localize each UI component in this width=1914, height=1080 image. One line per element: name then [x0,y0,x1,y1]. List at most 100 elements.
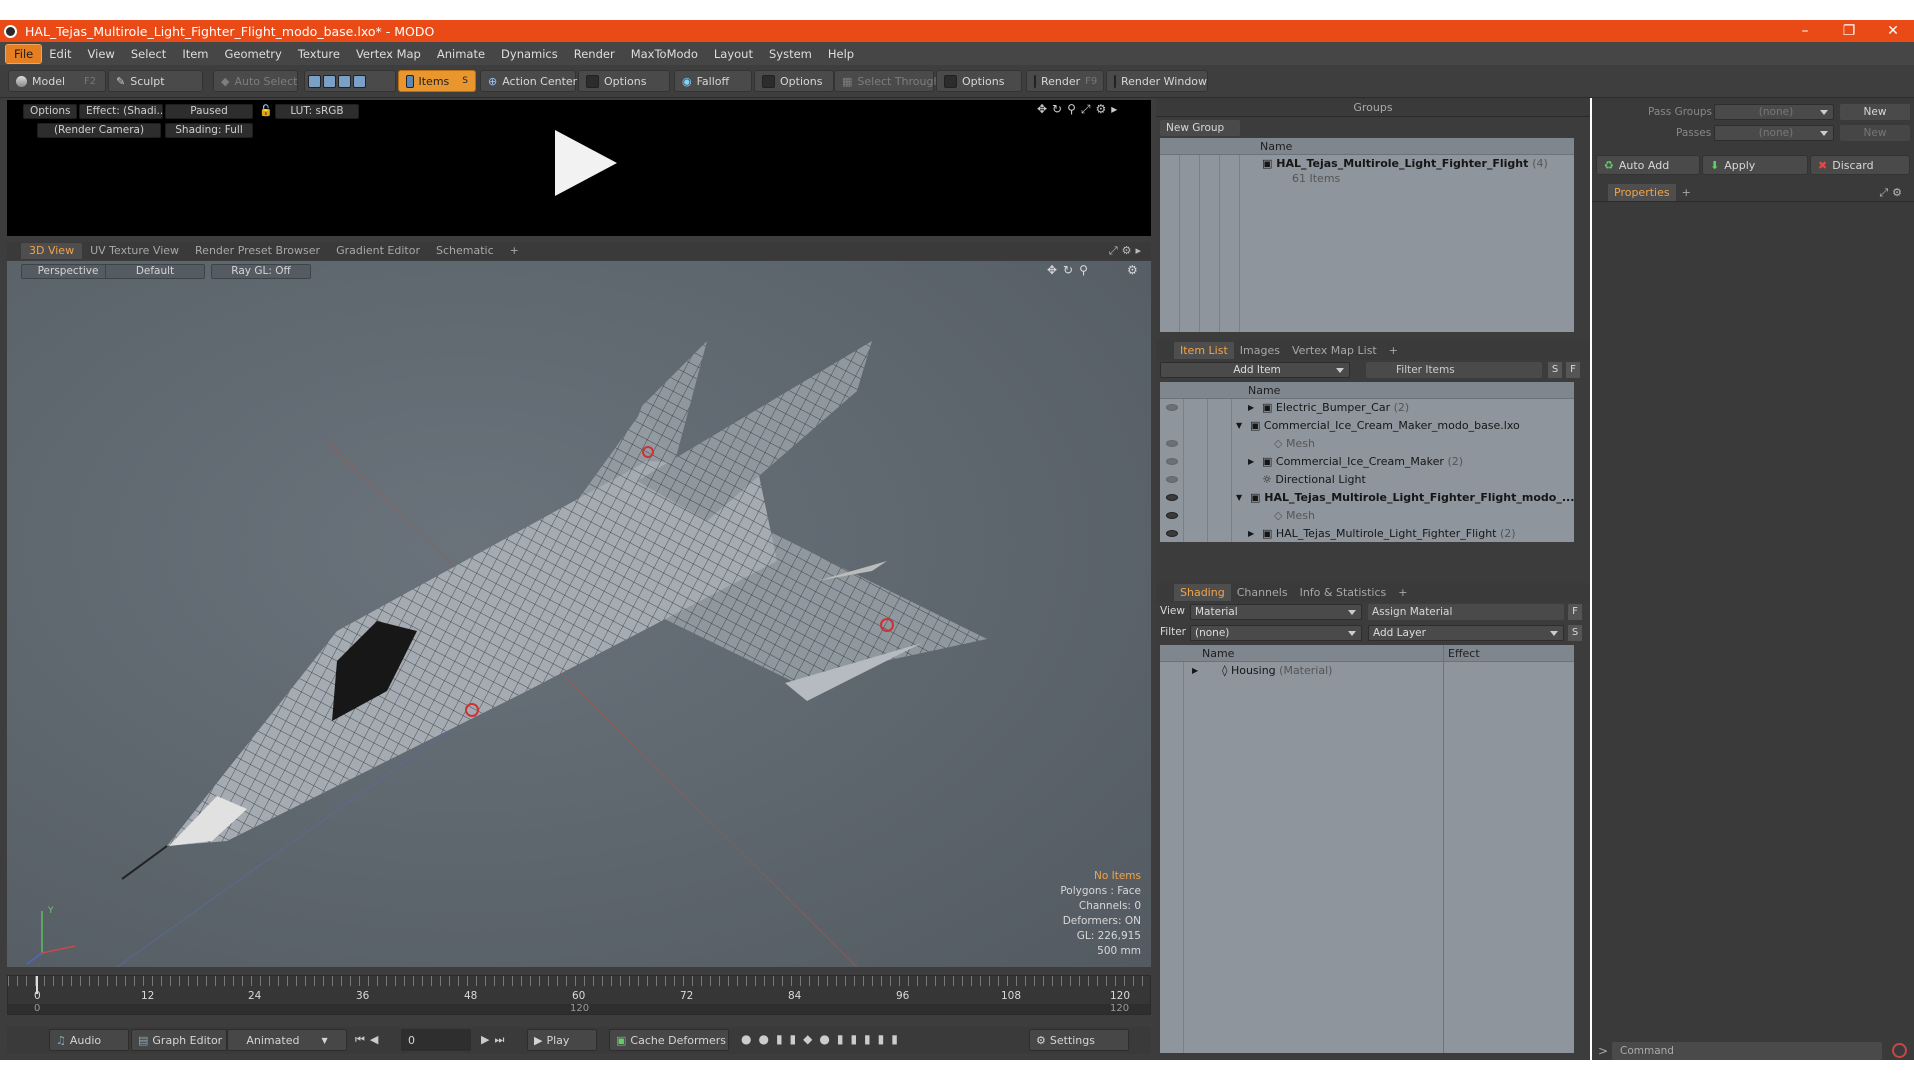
tab-channels[interactable]: Channels [1231,586,1294,599]
cache-deformers-button[interactable]: ▣ Cache Deformers [609,1029,729,1051]
collapse-arrow-icon[interactable]: ▼ [1236,489,1242,507]
tab-properties[interactable]: Properties [1608,184,1676,201]
add-item-dropdown[interactable]: Add Item [1160,362,1350,378]
menu-texture[interactable]: Texture [290,45,348,63]
preview-nav-icons[interactable]: ✥↻⚲⤢⚙▸ [1037,102,1122,117]
visibility-eye-icon[interactable] [1166,404,1178,411]
item-list-f-button[interactable]: F [1566,362,1580,378]
passes-dropdown[interactable]: (none) [1714,125,1834,141]
shading-dropdown[interactable]: Shading: Full [165,123,253,138]
tab-schematic[interactable]: Schematic [428,243,502,259]
timeline[interactable]: 0 12 24 36 48 60 72 84 96 108 120 0 120 … [7,975,1151,1015]
lock-icon[interactable]: 🔓 [259,104,273,117]
shader-row-housing[interactable]: ▶ ◊ Housing (Material) [1160,662,1574,680]
play-preview-icon[interactable] [555,130,617,196]
expand-arrow-icon[interactable]: ▶ [1248,453,1254,471]
audio-button[interactable]: ♫ Audio [49,1029,129,1051]
menu-animate[interactable]: Animate [429,45,493,63]
command-stop-icon[interactable] [1892,1043,1907,1058]
sculpt-mode-button[interactable]: ✎ Sculpt [108,70,203,92]
assign-material-button[interactable]: Assign Material [1368,604,1564,620]
tab-shading[interactable]: Shading [1174,584,1231,601]
materials-mode-icon[interactable] [353,74,366,88]
item-list-scrollbar[interactable] [1576,382,1586,542]
expand-arrow-icon[interactable]: ▶ [1248,399,1254,417]
lut-dropdown[interactable]: LUT: sRGB [275,104,359,119]
tab-3d-view[interactable]: 3D View [21,243,83,259]
menu-maxtomodo[interactable]: MaxToModo [623,45,706,63]
select-through-options-button[interactable]: Options [936,70,1022,92]
items-mode-button[interactable]: Items S [398,70,476,92]
group-row[interactable]: ▣ HAL_Tejas_Multirole_Light_Fighter_Flig… [1160,155,1574,173]
edges-mode-icon[interactable] [323,74,336,88]
falloff-button[interactable]: ◉ Falloff [674,70,752,92]
add-layer-dropdown[interactable]: Add Layer [1368,625,1564,641]
list-item[interactable]: ▶ ▣ Commercial_Ice_Cream_Maker (2) [1160,453,1574,471]
tab-images[interactable]: Images [1234,344,1286,357]
minimize-button[interactable]: – [1782,20,1828,42]
preview-paused-toggle[interactable]: Paused [165,104,253,119]
tab-gradient-editor[interactable]: Gradient Editor [328,243,428,259]
settings-button[interactable]: ⚙ Settings [1029,1029,1129,1051]
expand-arrow-icon[interactable]: ▶ [1192,662,1198,680]
menu-select[interactable]: Select [123,45,174,63]
3d-viewport[interactable]: Perspective Default Ray GL: Off ✥↻⚲ ⚙ Y … [7,261,1151,967]
tab-info-statistics[interactable]: Info & Statistics [1294,586,1393,599]
menu-render[interactable]: Render [566,45,623,63]
pass-groups-dropdown[interactable]: (none) [1714,104,1834,120]
visibility-eye-icon[interactable] [1166,476,1178,483]
model-mode-button[interactable]: Model F2 [8,70,106,92]
visibility-eye-icon[interactable] [1166,458,1178,465]
shading-f-button[interactable]: F [1568,604,1582,620]
menu-geometry[interactable]: Geometry [217,45,290,63]
play-button[interactable]: ▶ Play [527,1029,597,1051]
preview-effect-dropdown[interactable]: Effect: (Shadi... [79,104,163,119]
list-item[interactable]: ▶ ▣ Electric_Bumper_Car (2) [1160,399,1574,417]
render-button[interactable]: Render F9 [1026,70,1104,92]
menu-system[interactable]: System [761,45,820,63]
skip-back-icons[interactable]: ⏮◀ [355,1033,383,1047]
menu-vertex-map[interactable]: Vertex Map [348,45,429,63]
tab-item-list[interactable]: Item List [1174,342,1234,359]
apply-button[interactable]: ⬇ Apply [1702,155,1808,175]
menu-edit[interactable]: Edit [41,45,79,63]
discard-button[interactable]: ✖ Discard [1810,155,1910,175]
add-tab-button[interactable]: + [1383,344,1404,357]
auto-add-button[interactable]: ♻ Auto Add [1596,155,1700,175]
menu-item[interactable]: Item [174,45,216,63]
expand-arrow-icon[interactable]: ▶ [1248,525,1254,543]
key-tool-icons[interactable]: ●●▮▮◆●▮▮▮▮▮ [741,1032,905,1046]
list-item[interactable]: ◇ Mesh [1160,507,1574,525]
item-list-s-button[interactable]: S [1548,362,1562,378]
restore-button[interactable]: ❐ [1826,20,1872,42]
preview-options-button[interactable]: Options [23,104,77,119]
action-center-button[interactable]: ⊕ Action Center [480,70,577,92]
menu-view[interactable]: View [80,45,123,63]
render-camera-dropdown[interactable]: (Render Camera) [37,123,161,138]
visibility-eye-icon[interactable] [1166,512,1178,519]
new-pass-button[interactable]: New [1840,125,1910,141]
groups-scrollbar[interactable] [1576,138,1586,332]
select-through-button[interactable]: ▦ Select Through [834,70,940,92]
list-item[interactable]: ▼ ▣ Commercial_Ice_Cream_Maker_modo_base… [1160,417,1574,435]
close-button[interactable]: ✕ [1870,20,1914,42]
vertices-mode-icon[interactable] [308,74,321,88]
tab-uv-texture-view[interactable]: UV Texture View [82,243,187,259]
visibility-eye-icon[interactable] [1166,440,1178,447]
add-tab-button[interactable]: + [1392,586,1413,599]
view-dropdown[interactable]: Material [1190,604,1362,620]
visibility-eye-icon[interactable] [1166,494,1178,501]
list-item[interactable]: ◇ Mesh [1160,435,1574,453]
new-pass-group-button[interactable]: New [1840,104,1910,120]
menu-layout[interactable]: Layout [706,45,761,63]
menu-dynamics[interactable]: Dynamics [493,45,566,63]
skip-forward-icons[interactable]: ▶⏭ [481,1033,509,1047]
collapse-arrow-icon[interactable]: ▼ [1236,417,1242,435]
falloff-options-button[interactable]: Options [754,70,834,92]
tab-vertex-map-list[interactable]: Vertex Map List [1286,344,1383,357]
auto-select-button[interactable]: ◆ Auto Select [213,70,298,92]
list-item[interactable]: ▶ ▣ HAL_Tejas_Multirole_Light_Fighter_Fl… [1160,525,1574,543]
animated-dropdown[interactable]: Animated ▼ [227,1029,347,1051]
filter-items-input[interactable]: Filter Items [1366,362,1542,378]
tab-render-preset-browser[interactable]: Render Preset Browser [187,243,328,259]
